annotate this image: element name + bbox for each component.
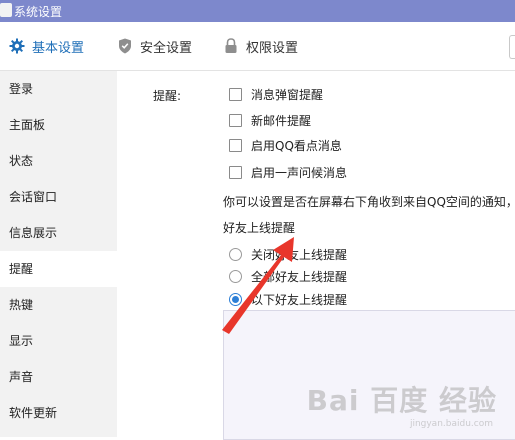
sidebar-item-software-update[interactable]: 软件更新 bbox=[0, 395, 117, 431]
window-title: 系统设置 bbox=[14, 5, 63, 19]
top-nav: 基本设置 安全设置 权限设置 bbox=[0, 22, 515, 71]
search-box-edge[interactable] bbox=[509, 35, 515, 59]
checkbox-new-mail[interactable]: 新邮件提醒 bbox=[229, 111, 311, 129]
checkbox-box[interactable] bbox=[229, 165, 242, 179]
radio-label: 全部好友上线提醒 bbox=[251, 269, 348, 284]
radio-all-friends-online[interactable]: 全部好友上线提醒 bbox=[229, 267, 347, 285]
radio-button[interactable] bbox=[229, 269, 242, 283]
checkbox-label: 启用一声问候消息 bbox=[251, 165, 348, 180]
tab-label: 权限设置 bbox=[246, 40, 299, 56]
sidebar-item-hotkey[interactable]: 热键 bbox=[0, 287, 117, 323]
qzone-notification-info: 你可以设置是否在屏幕右下角收到来自QQ空间的通知， bbox=[223, 195, 515, 209]
radio-selected-friends-online[interactable]: 以下好友上线提醒 bbox=[229, 290, 347, 308]
radio-label: 以下好友上线提醒 bbox=[251, 292, 348, 307]
tab-basic-settings[interactable]: 基本设置 bbox=[8, 22, 84, 70]
tab-label: 安全设置 bbox=[140, 40, 193, 56]
sidebar-item-reminder[interactable]: 提醒 bbox=[0, 251, 117, 287]
radio-close-friend-online[interactable]: 关闭好友上线提醒 bbox=[229, 245, 347, 263]
checkbox-label: 消息弹窗提醒 bbox=[251, 87, 324, 102]
checkbox-box[interactable] bbox=[229, 113, 242, 127]
sidebar-item-sound[interactable]: 声音 bbox=[0, 359, 117, 395]
gear-icon bbox=[8, 37, 26, 55]
sidebar-item-main-panel[interactable]: 主面板 bbox=[0, 107, 117, 143]
reminder-label: 提醒: bbox=[153, 89, 182, 103]
checkbox-box[interactable] bbox=[229, 138, 242, 152]
tab-security-settings[interactable]: 安全设置 bbox=[116, 22, 192, 70]
friend-online-title: 好友上线提醒 bbox=[223, 221, 296, 235]
watermark-logo: Bai 百度 经验 bbox=[306, 384, 497, 417]
sidebar: 登录 主面板 状态 会话窗口 信息展示 提醒 热键 显示 声音 软件更新 bbox=[0, 71, 117, 437]
sidebar-item-info-display[interactable]: 信息展示 bbox=[0, 215, 117, 251]
app-logo-icon bbox=[0, 3, 12, 17]
checkbox-label: 启用QQ看点消息 bbox=[251, 138, 342, 153]
radio-button[interactable] bbox=[229, 292, 242, 306]
shield-icon bbox=[116, 37, 134, 55]
checkbox-greeting[interactable]: 启用一声问候消息 bbox=[229, 163, 347, 181]
tab-permission-settings[interactable]: 权限设置 bbox=[222, 22, 298, 70]
radio-label: 关闭好友上线提醒 bbox=[251, 247, 348, 262]
checkbox-qq-kandian[interactable]: 启用QQ看点消息 bbox=[229, 136, 342, 154]
title-bar: 系统设置 bbox=[0, 0, 515, 22]
sidebar-item-login[interactable]: 登录 bbox=[0, 71, 117, 107]
tab-label: 基本设置 bbox=[32, 40, 85, 56]
checkbox-message-popup[interactable]: 消息弹窗提醒 bbox=[229, 85, 323, 103]
watermark-url: jingyan.baidu.com bbox=[409, 419, 493, 429]
checkbox-label: 新邮件提醒 bbox=[251, 113, 312, 128]
sidebar-item-display[interactable]: 显示 bbox=[0, 323, 117, 359]
sidebar-item-status[interactable]: 状态 bbox=[0, 143, 117, 179]
radio-button[interactable] bbox=[229, 247, 242, 261]
sidebar-item-chat-window[interactable]: 会话窗口 bbox=[0, 179, 117, 215]
lock-icon bbox=[222, 37, 240, 55]
checkbox-box[interactable] bbox=[229, 87, 242, 101]
